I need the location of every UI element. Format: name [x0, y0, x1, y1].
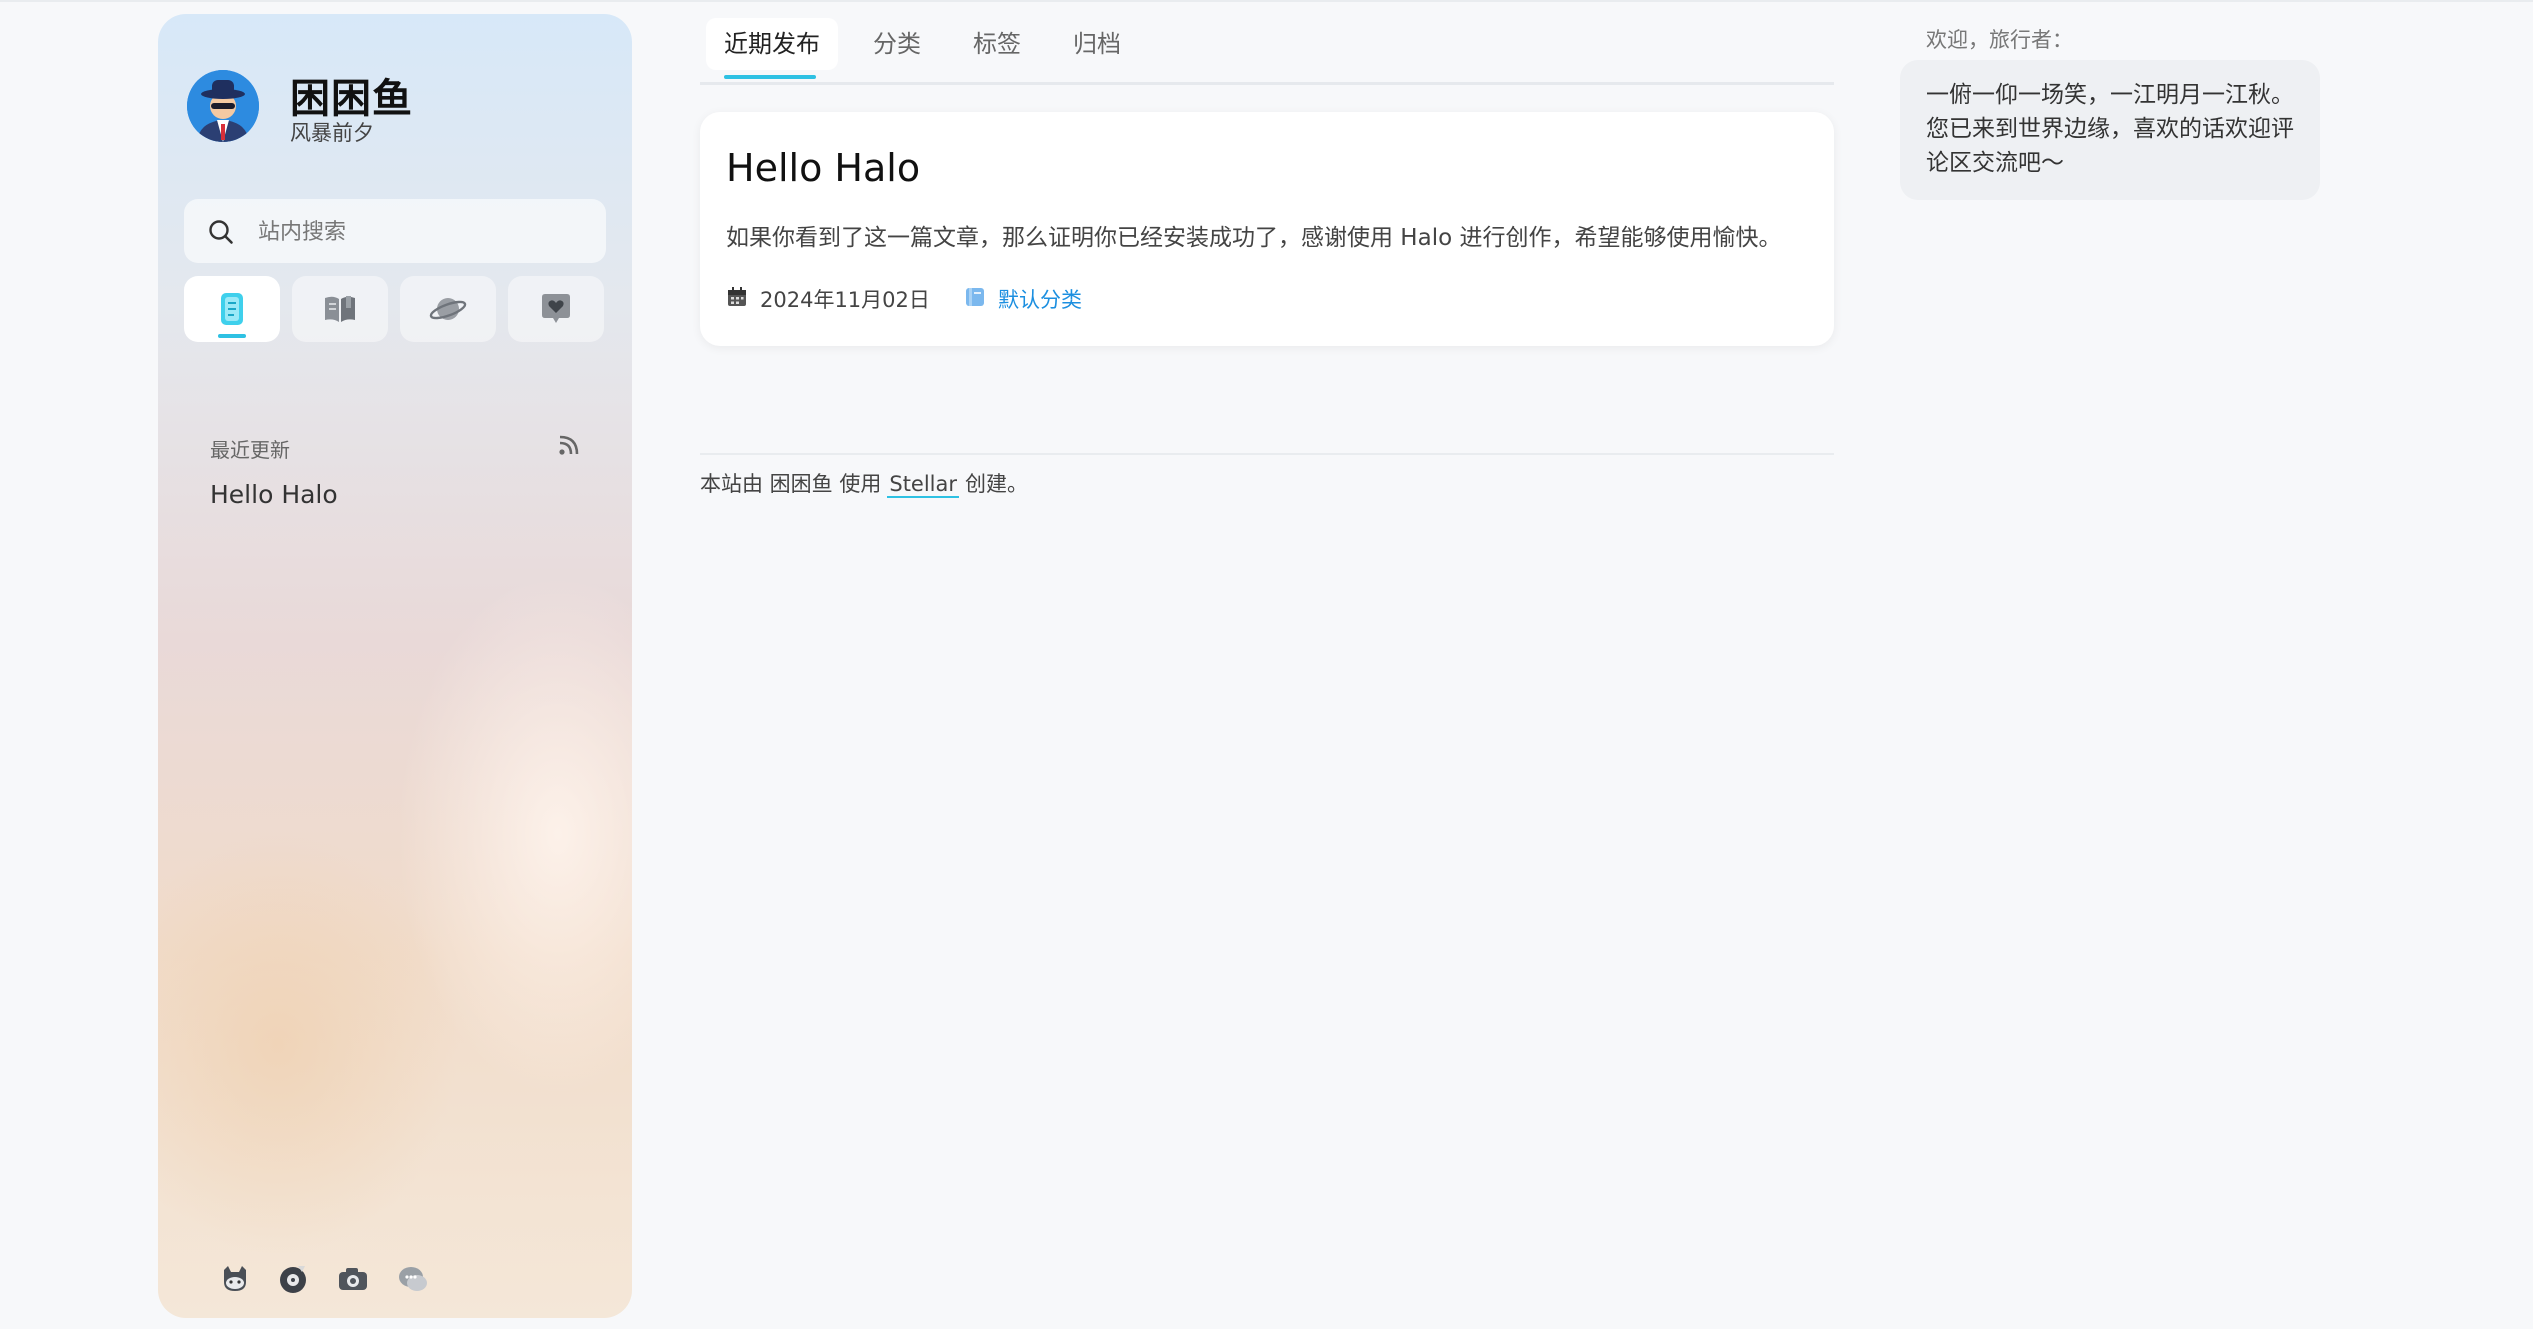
tab-recent[interactable]: 近期发布 [706, 18, 838, 70]
search-input[interactable] [256, 209, 590, 255]
post-date: 2024年11月02日 [760, 288, 930, 312]
folder-icon [966, 288, 984, 306]
rss-icon[interactable] [558, 434, 580, 456]
nav-active-indicator [218, 334, 246, 338]
book-icon [325, 296, 355, 322]
post-card[interactable]: Hello Halo 如果你看到了这一篇文章，那么证明你已经安装成功了，感谢使用… [700, 112, 1834, 346]
avatar[interactable] [187, 70, 259, 142]
post-excerpt: 如果你看到了这一篇文章，那么证明你已经安装成功了，感谢使用 Halo 进行创作，… [726, 225, 1782, 251]
tab-archive[interactable]: 归档 [1052, 18, 1142, 70]
document-icon [221, 293, 243, 325]
tab-categories[interactable]: 分类 [852, 18, 942, 70]
github-icon[interactable] [218, 1262, 252, 1296]
site-title[interactable]: 困困鱼 [290, 66, 413, 124]
footer-prefix: 本站由 困困鱼 使用 [700, 472, 882, 496]
nav-button-explore[interactable] [400, 276, 496, 342]
sidebar: 困困鱼 风暴前夕 站内搜索 最近更新 Hello Halo [158, 14, 632, 1318]
footer-divider [700, 453, 1834, 455]
welcome-label: 欢迎，旅行者： [1926, 28, 2073, 52]
nav-button-posts[interactable] [184, 276, 280, 342]
nav-button-wiki[interactable] [292, 276, 388, 342]
search-icon [209, 220, 233, 244]
stellar-link[interactable]: Stellar [887, 472, 960, 498]
recent-post-link[interactable]: Hello Halo [210, 480, 338, 509]
camera-icon[interactable] [336, 1262, 370, 1296]
post-category-link[interactable]: 默认分类 [998, 284, 1082, 314]
post-title[interactable]: Hello Halo [726, 146, 920, 190]
calendar-icon [728, 287, 746, 306]
welcome-text: 一俯一仰一场笑，一江明月一江秋。您已来到世界边缘，喜欢的话欢迎评论区交流吧～ [1926, 82, 2294, 176]
post-tabs: 近期发布 分类 标签 归档 [700, 14, 1834, 85]
tab-tags[interactable]: 标签 [952, 18, 1042, 70]
search-box[interactable] [184, 199, 606, 263]
nav-button-about[interactable] [508, 276, 604, 342]
top-border [0, 0, 2533, 2]
recent-updates-title: 最近更新 [210, 438, 290, 462]
site-subtitle: 风暴前夕 [290, 121, 374, 145]
music-icon[interactable] [276, 1262, 310, 1296]
footer-suffix: 创建。 [965, 472, 1029, 496]
site-footer: 本站由 困困鱼 使用 Stellar 创建。 [700, 468, 1028, 498]
heart-chat-icon [542, 294, 570, 323]
welcome-card: 一俯一仰一场笑，一江明月一江秋。您已来到世界边缘，喜欢的话欢迎评论区交流吧～ [1900, 60, 2320, 200]
chat-icon[interactable] [396, 1262, 430, 1296]
tab-active-indicator [724, 75, 816, 79]
planet-icon [429, 298, 467, 320]
avatar-image [187, 70, 259, 142]
